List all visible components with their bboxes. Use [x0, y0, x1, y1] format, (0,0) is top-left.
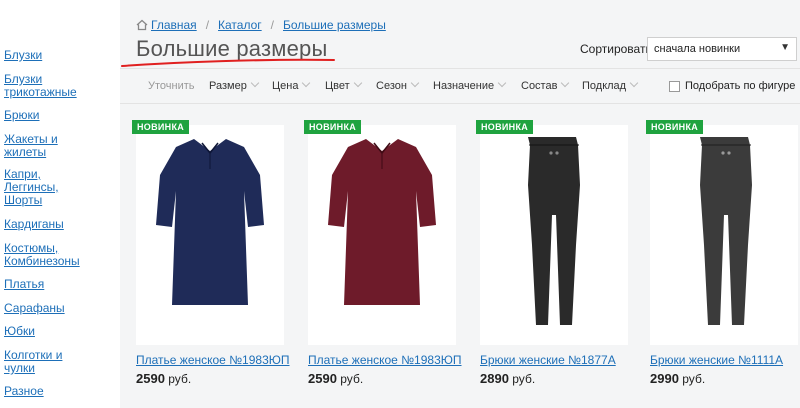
sort-value: сначала новинки: [654, 43, 741, 55]
price-currency: руб.: [682, 372, 706, 386]
filter-size[interactable]: Размер: [209, 78, 260, 92]
filter-purpose[interactable]: Назначение: [433, 78, 507, 92]
filter-composition-label: Состав: [521, 80, 558, 92]
filter-color-label: Цвет: [325, 80, 350, 92]
trousers-image: [528, 137, 580, 325]
figure-checkbox[interactable]: [669, 81, 680, 92]
figure-checkbox-label[interactable]: Подобрать по фигуре: [685, 80, 795, 92]
dress-image: [328, 139, 436, 305]
sidebar-item-sundresses[interactable]: Сарафаны: [4, 302, 65, 315]
filter-lining[interactable]: Подклад: [582, 78, 639, 92]
catalog-main: Главная / Каталог / Большие размеры Боль…: [120, 0, 800, 408]
product-image[interactable]: [136, 125, 284, 345]
filter-purpose-label: Назначение: [433, 80, 495, 92]
new-badge: НОВИНКА: [304, 120, 362, 134]
sidebar-item-cardigans[interactable]: Кардиганы: [4, 218, 64, 231]
chevron-down-icon: [497, 78, 507, 88]
dress-image: [156, 139, 264, 305]
filter-color[interactable]: Цвет: [325, 78, 362, 92]
filter-lining-label: Подклад: [582, 80, 627, 92]
filter-bar: Уточнить Размер Цена Цвет Сезон Назначен…: [120, 68, 800, 104]
price-value: 2890: [480, 371, 509, 386]
home-icon: [136, 19, 148, 31]
sort-label: Сортировать: [580, 42, 652, 56]
breadcrumb-separator: /: [205, 18, 210, 32]
breadcrumb: Главная / Каталог / Большие размеры: [136, 18, 386, 32]
filter-composition[interactable]: Состав: [521, 78, 570, 92]
product-image[interactable]: [650, 125, 798, 345]
trousers-image: [700, 137, 752, 325]
product-name-link[interactable]: Платье женское №1983ЮП: [136, 353, 290, 367]
price-value: 2590: [136, 371, 165, 386]
filter-price-label: Цена: [272, 80, 299, 92]
chevron-down-icon: ▼: [780, 42, 790, 53]
price-value: 2590: [308, 371, 337, 386]
chevron-down-icon: [353, 78, 362, 88]
page-title: Большие размеры: [136, 36, 328, 61]
chevron-down-icon: [302, 78, 311, 88]
sidebar-item-misc[interactable]: Разное: [4, 385, 44, 398]
price-value: 2990: [650, 371, 679, 386]
new-badge: НОВИНКА: [132, 120, 190, 134]
sidebar-item-skirts[interactable]: Юбки: [4, 325, 35, 338]
breadcrumb-separator: /: [270, 18, 274, 32]
filter-season-label: Сезон: [376, 80, 407, 92]
price-currency: руб.: [168, 372, 192, 386]
filter-season[interactable]: Сезон: [376, 78, 420, 92]
chevron-down-icon: [561, 78, 570, 88]
product-image[interactable]: [480, 125, 628, 345]
sidebar-item-capri[interactable]: Капри, Леггинсы, Шорты: [4, 168, 59, 207]
sidebar-item-trousers[interactable]: Брюки: [4, 109, 40, 122]
chevron-down-icon: [629, 78, 639, 88]
sidebar-item-dresses[interactable]: Платья: [4, 278, 44, 291]
product-name-link[interactable]: Платье женское №1983ЮП: [308, 353, 462, 367]
price-currency: руб.: [512, 372, 536, 386]
breadcrumb-current[interactable]: Большие размеры: [283, 18, 386, 32]
new-badge: НОВИНКА: [646, 120, 704, 134]
product-image[interactable]: [308, 125, 456, 345]
sidebar-item-blouses[interactable]: Блузки: [4, 49, 42, 62]
chevron-down-icon: [410, 78, 420, 88]
category-sidebar: Блузки Блузки трикотажные Брюки Жакеты и…: [0, 0, 112, 408]
filter-price[interactable]: Цена: [272, 78, 311, 92]
product-price: 2890 руб.: [480, 371, 535, 386]
product-price: 2590 руб.: [136, 371, 191, 386]
product-price: 2990 руб.: [650, 371, 705, 386]
sort-select[interactable]: сначала новинки ▼: [647, 37, 797, 61]
product-name-link[interactable]: Брюки женские №1877А: [480, 353, 616, 367]
breadcrumb-catalog[interactable]: Каталог: [218, 18, 262, 32]
filter-refine-label: Уточнить: [148, 80, 195, 92]
sidebar-item-suits[interactable]: Костюмы, Комбинезоны: [4, 242, 80, 268]
new-badge: НОВИНКА: [476, 120, 534, 134]
product-price: 2590 руб.: [308, 371, 363, 386]
filter-size-label: Размер: [209, 80, 247, 92]
product-name-link[interactable]: Брюки женские №1111А: [650, 353, 783, 367]
price-currency: руб.: [340, 372, 364, 386]
breadcrumb-home[interactable]: Главная: [151, 18, 197, 32]
sidebar-item-tights[interactable]: Колготки и чулки: [4, 349, 62, 375]
sidebar-item-knit-blouses[interactable]: Блузки трикотажные: [4, 73, 77, 99]
chevron-down-icon: [250, 78, 260, 88]
sidebar-item-jackets[interactable]: Жакеты и жилеты: [4, 133, 58, 159]
